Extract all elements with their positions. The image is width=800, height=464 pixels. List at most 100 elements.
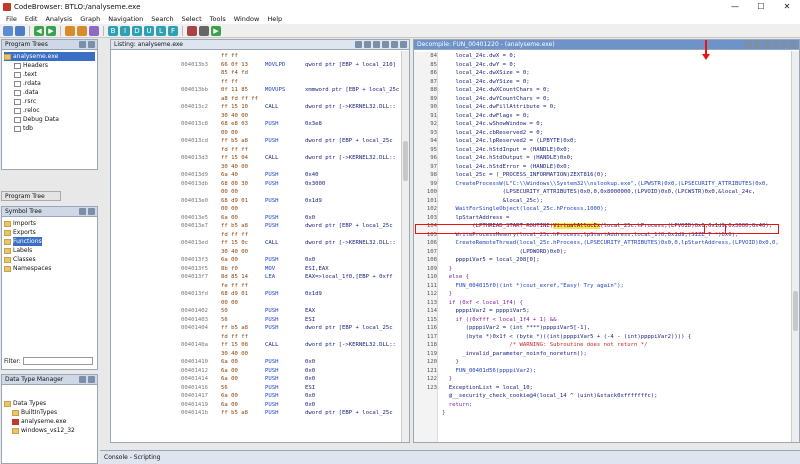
menu-search[interactable]: Search [147,15,177,23]
menu-select[interactable]: Select [178,15,206,23]
decompile-line[interactable]: (byte *)0x1f < (byte *)((int)ppppiVar5 +… [442,333,779,342]
program-tree-root[interactable]: analyseme.exe [4,52,95,61]
decompile-line[interactable]: ppppiVar2 = ppppiVar5; [442,307,779,316]
menu-graph[interactable]: Graph [76,15,104,23]
search-icon[interactable] [199,25,209,36]
symbol-functions[interactable]: Functions [4,237,95,246]
tree-item-rsrc[interactable]: .rsrc [4,97,95,106]
refresh-icon[interactable] [89,25,99,36]
decompile-line[interactable]: local_24c.dwXCountChars = 0; [442,86,779,95]
decompile-code[interactable]: local_24c.dwX = 0; local_24c.dwY = 0; lo… [442,52,779,418]
tree-item-headers[interactable]: Headers [4,61,95,70]
run-icon[interactable]: ▶ [211,25,221,36]
decompile-line[interactable]: local_25c = (_PROCESS_INFORMATION)ZEXT81… [442,171,779,180]
open-icon[interactable] [3,25,13,36]
decompile-line[interactable]: FUN_004015f0((int *)cout_exref,"Easy! Tr… [442,282,779,291]
listing-scrollbar[interactable] [401,51,409,442]
decompile-line[interactable]: if (0xf < local_1f4) { [442,299,779,308]
nav-bytes-icon[interactable]: B [108,25,118,36]
decompile-line[interactable]: WaitForSingleObject(local_25c.hProcess,1… [442,205,779,214]
decompile-line[interactable]: local_24c.dwFlags = 0; [442,112,779,121]
tree-item-tdb[interactable]: tdb [4,124,95,133]
panel-menu-icon[interactable] [79,376,86,383]
decompile-line[interactable]: } [442,358,779,367]
symbol-filter-input[interactable] [22,357,93,365]
decompile-line[interactable]: &local_25c); [442,197,779,206]
decompile-line[interactable]: local_24c.hStdInput = (HANDLE)0x0; [442,146,779,155]
decompile-line[interactable]: (ppppiVar2 = (int ****)ppppiVar5[-1], [442,324,779,333]
decompile-line[interactable]: local_24c.dwY = 0; [442,61,779,70]
decompile-line[interactable]: } [442,265,779,274]
nav-function-icon[interactable]: F [168,25,178,36]
panel-menu-icon[interactable] [79,208,86,215]
panel-close-icon[interactable] [88,376,95,383]
decompile-line[interactable]: local_24c.hStdError = (HANDLE)0x0; [442,163,779,172]
decompile-line[interactable]: local_24c.lpReserved2 = (LPBYTE)0x0; [442,137,779,146]
panel-close-icon[interactable] [88,41,95,48]
tree-item-reloc[interactable]: .reloc [4,106,95,115]
undo-icon[interactable] [65,25,75,36]
data-types-root[interactable]: Data Types [4,399,95,408]
decompile-line[interactable]: local_24c.dwYCountChars = 0; [442,95,779,104]
decompile-line[interactable]: local_24c.wShowWindow = 0; [442,120,779,129]
decompile-line[interactable]: CreateRemoteThread(local_25c.hProcess,(L… [442,239,778,248]
decompile-line[interactable]: (LPDWORD)0x0); [442,248,779,257]
decompile-line[interactable]: @__security_check_cookie@4(local_14 ^ (u… [442,392,779,401]
decompile-line[interactable]: CreateProcessW(L"C:\\Windows\\System32\\… [442,180,779,189]
decompile-line[interactable]: return; [442,401,779,410]
dt-windows[interactable]: windows_vs12_32 [4,426,95,435]
nav-instruction-icon[interactable]: I [120,25,130,36]
tree-item-text[interactable]: .text [4,70,95,79]
decompile-line[interactable]: _invalid_parameter_noinfo_noreturn(); [442,350,779,359]
menu-edit[interactable]: Edit [21,15,42,23]
nav-label-icon[interactable]: L [156,25,166,36]
nav-data-icon[interactable]: D [132,25,142,36]
decompile-line[interactable]: local_24c.dwYSize = 0; [442,78,779,87]
decompile-line[interactable]: } [442,375,779,384]
bookmark-icon[interactable] [187,25,197,36]
decompile-line[interactable]: } [442,409,779,418]
decompile-line[interactable]: local_24c.dwXSize = 0; [442,69,779,78]
menu-help[interactable]: Help [263,15,286,23]
save-icon[interactable] [15,25,25,36]
nav-undefined-icon[interactable]: U [144,25,154,36]
maximize-button[interactable]: ☐ [748,0,774,13]
panel-menu-icon[interactable] [79,41,86,48]
close-button[interactable]: ✕ [774,0,800,13]
console-bar[interactable]: Console - Scripting [100,450,800,464]
decompile-line[interactable]: } [442,290,779,299]
symbol-labels[interactable]: Labels [4,246,95,255]
decompile-line[interactable]: ppppiVar5 = local_208[0]; [442,256,779,265]
menu-analysis[interactable]: Analysis [41,15,76,23]
decompile-line[interactable]: FUN_00401d56(ppppiVar2); [442,367,779,376]
decompile-line[interactable]: else { [442,273,779,282]
decompile-line[interactable]: local_24c.cbReserved2 = 0; [442,129,779,138]
menu-navigation[interactable]: Navigation [104,15,147,23]
panel-close-icon[interactable] [88,208,95,215]
tree-item-rdata[interactable]: .rdata [4,79,95,88]
menu-file[interactable]: File [2,15,21,23]
tree-item-debug-data[interactable]: Debug Data [4,115,95,124]
minimize-button[interactable]: — [722,0,748,13]
decompile-line[interactable]: if ((0xfff < local_1f4 + 1) && [442,316,779,325]
decompile-scrollbar[interactable] [791,51,799,442]
symbol-classes[interactable]: Classes [4,255,95,264]
menu-tools[interactable]: Tools [206,15,230,23]
tab-program-tree[interactable]: Program Tree [1,191,61,201]
decompile-line[interactable]: local_24c.hStdOutput = (HANDLE)0x0; [442,154,779,163]
decompile-line[interactable]: local_24c.dwFillAttribute = 0; [442,103,779,112]
back-icon[interactable]: ◀ [34,25,44,36]
symbol-namespaces[interactable]: Namespaces [4,264,95,273]
menu-window[interactable]: Window [230,15,264,23]
dt-analyseme[interactable]: analyseme.exe [4,417,95,426]
decompile-line[interactable]: lpStartAddress = [442,214,779,223]
decompile-line[interactable]: /* WARNING: Subroutine does not return *… [442,341,779,350]
decompile-line[interactable]: ExceptionList = local_10; [442,384,779,393]
dt-builtin[interactable]: BuiltInTypes [4,408,95,417]
symbol-exports[interactable]: Exports [4,228,95,237]
redo-icon[interactable] [77,25,87,36]
decompile-line[interactable]: local_24c.dwX = 0; [442,52,779,61]
tree-item-data[interactable]: .data [4,88,95,97]
forward-icon[interactable]: ▶ [46,25,56,36]
symbol-imports[interactable]: Imports [4,219,95,228]
